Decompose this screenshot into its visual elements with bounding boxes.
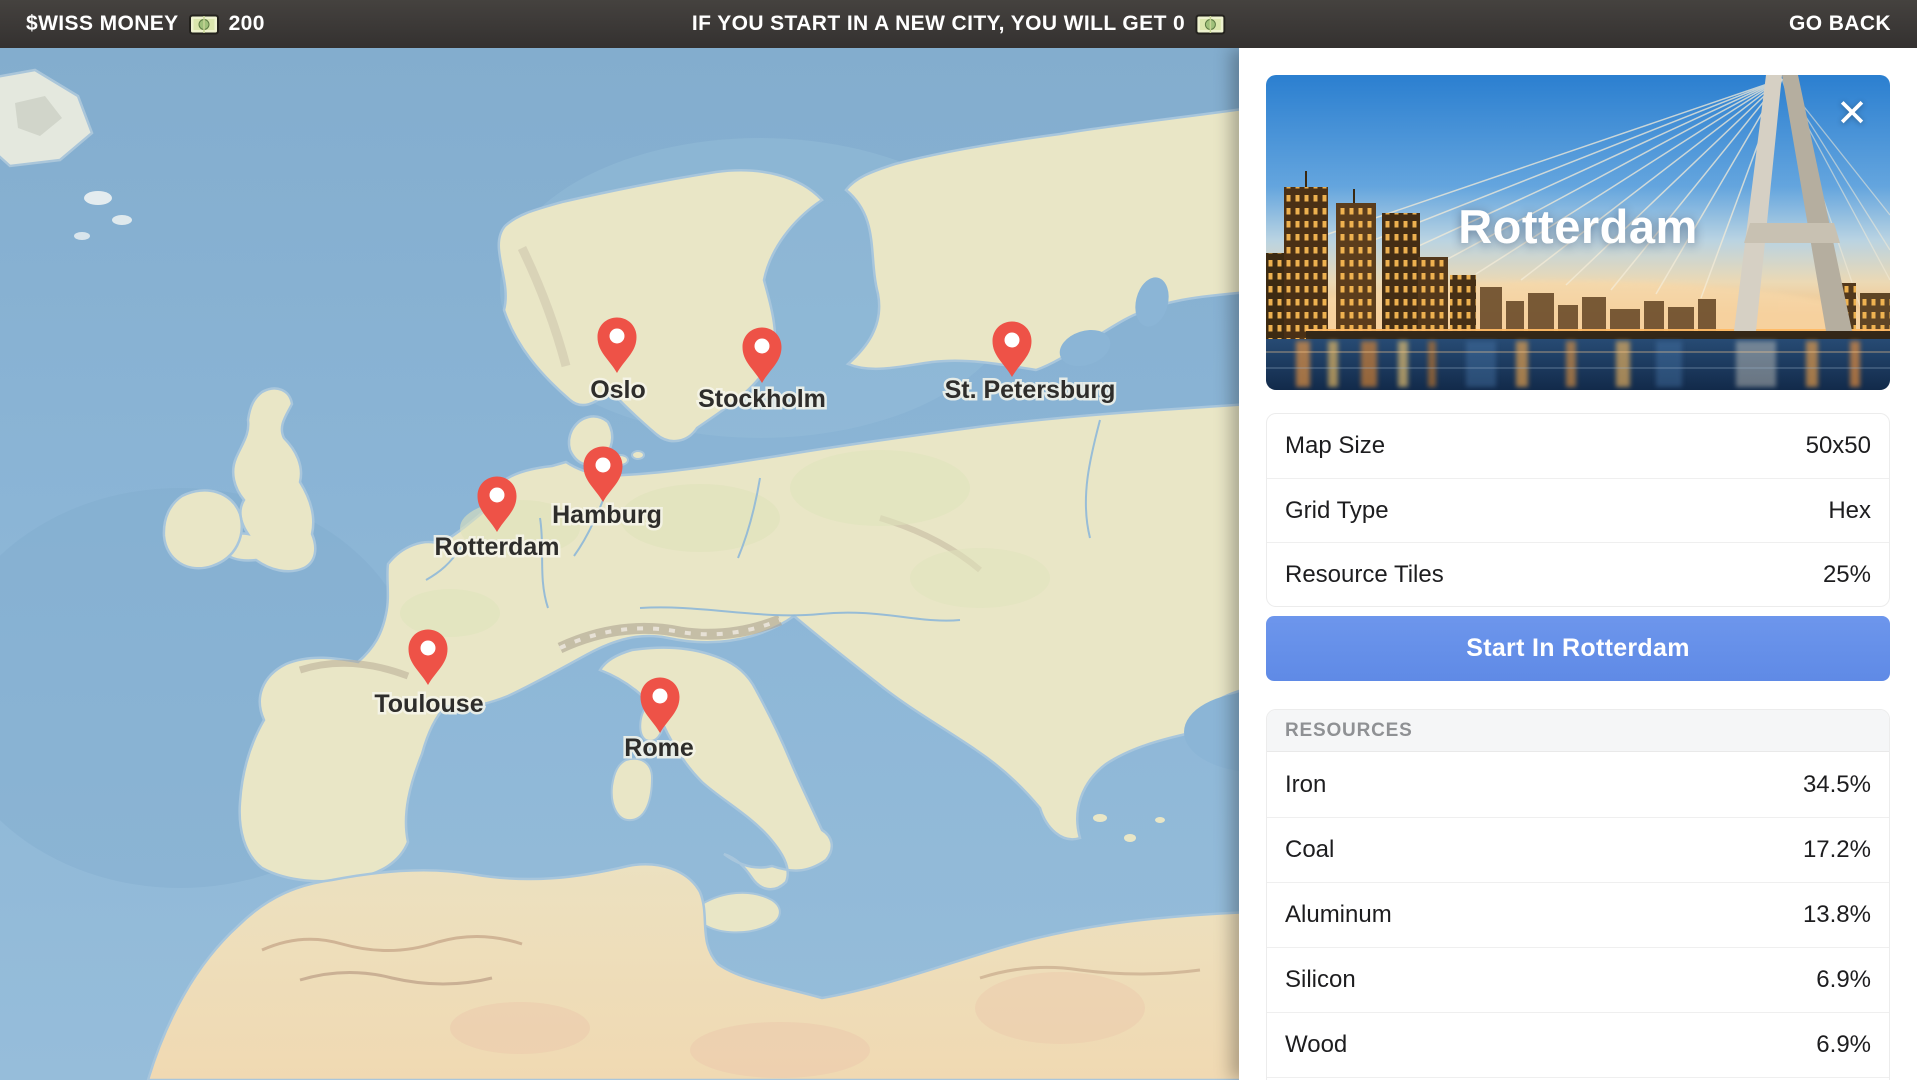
money-display: $WISS MONEY 200 <box>26 12 265 36</box>
resource-name: Wood <box>1285 1031 1347 1059</box>
resource-name: Aluminum <box>1285 901 1392 929</box>
resource-row: Aluminum 13.8% <box>1267 882 1889 947</box>
resource-name: Silicon <box>1285 966 1356 994</box>
resource-value: 6.9% <box>1816 1031 1871 1059</box>
stat-value: Hex <box>1828 497 1871 525</box>
money-amount: 200 <box>229 12 265 36</box>
stat-row: Map Size 50x50 <box>1267 414 1889 478</box>
stat-value: 25% <box>1823 561 1871 589</box>
stat-label: Map Size <box>1285 432 1385 460</box>
game-screen: $WISS MONEY 200 IF YOU START IN A NEW CI… <box>0 0 1917 1080</box>
resource-value: 17.2% <box>1803 836 1871 864</box>
resource-value: 34.5% <box>1803 771 1871 799</box>
city-panel: Rotterdam ✕ Map Size 50x50 Grid Type Hex Res… <box>1239 48 1917 1080</box>
start-in-city-button[interactable]: Start In Rotterdam <box>1266 616 1890 681</box>
europe-map[interactable]: Oslo Stockholm St. Petersburg Hamburg Rotter… <box>0 48 1250 1080</box>
stat-row: Resource Tiles 25% <box>1267 542 1889 606</box>
resource-row: Iron 34.5% <box>1267 752 1889 817</box>
resource-value: 6.9% <box>1816 966 1871 994</box>
city-photo: Rotterdam ✕ <box>1266 75 1890 390</box>
resource-row: Coal 17.2% <box>1267 817 1889 882</box>
new-city-message: IF YOU START IN A NEW CITY, YOU WILL GET… <box>692 0 1225 48</box>
map-label-rotterdam: Rotterdam <box>434 533 559 561</box>
stat-value: 50x50 <box>1806 432 1871 460</box>
stat-row: Grid Type Hex <box>1267 478 1889 542</box>
go-back-button[interactable]: GO BACK <box>1789 12 1891 36</box>
map-label-st-petersburg: St. Petersburg <box>945 376 1116 404</box>
resource-row: Silicon 6.9% <box>1267 947 1889 1012</box>
resource-name: Iron <box>1285 771 1326 799</box>
map-label-toulouse: Toulouse <box>374 690 483 718</box>
stat-label: Resource Tiles <box>1285 561 1444 589</box>
resources-header: RESOURCES <box>1267 710 1889 752</box>
top-bar: $WISS MONEY 200 IF YOU START IN A NEW CI… <box>0 0 1917 48</box>
resource-name: Coal <box>1285 836 1334 864</box>
banknote-icon <box>1195 14 1225 35</box>
map-label-stockholm: Stockholm <box>698 385 826 413</box>
map-label-oslo: Oslo <box>590 376 646 404</box>
close-icon[interactable]: ✕ <box>1836 95 1868 133</box>
money-label: $WISS MONEY <box>26 12 179 36</box>
resource-row: Wood 6.9% <box>1267 1012 1889 1077</box>
stat-label: Grid Type <box>1285 497 1389 525</box>
resources-list: Iron 34.5% Coal 17.2% Aluminum 13.8% Silicon 6.… <box>1267 752 1889 1077</box>
stats-list: Map Size 50x50 Grid Type Hex Resource Tiles 2… <box>1267 414 1889 606</box>
city-stats-card: Map Size 50x50 Grid Type Hex Resource Tiles 2… <box>1266 413 1890 607</box>
banknote-icon <box>189 14 219 35</box>
map-label-rome: Rome <box>624 734 694 762</box>
landmass-ireland <box>164 490 242 568</box>
resource-value: 13.8% <box>1803 901 1871 929</box>
resources-card: RESOURCES Iron 34.5% Coal 17.2% Aluminum 13.8… <box>1266 709 1890 1080</box>
city-name-title: Rotterdam <box>1266 199 1890 254</box>
map-label-hamburg: Hamburg <box>552 501 662 529</box>
